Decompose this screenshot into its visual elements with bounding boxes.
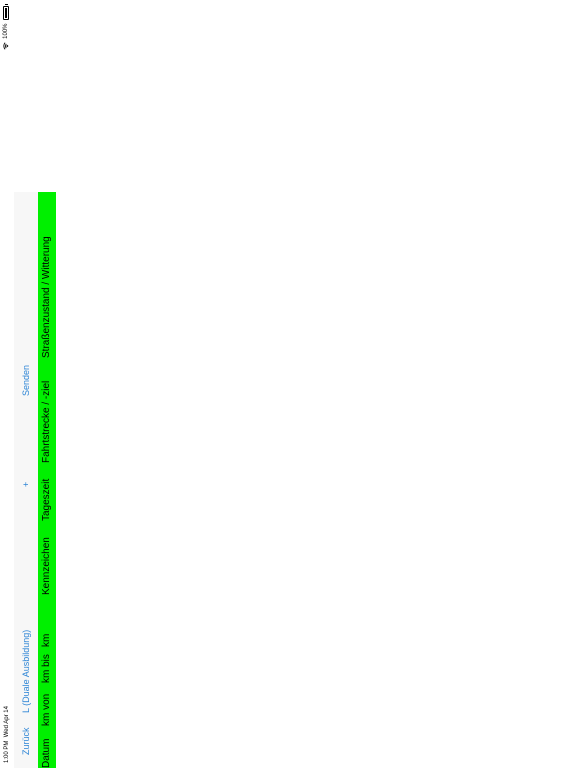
column-header-fahrtstrecke: Fahrtstrecke / -ziel <box>41 380 52 463</box>
column-header-strassenzustand: Straßenzustand / Witterung <box>41 236 52 358</box>
wifi-icon <box>3 42 9 50</box>
rotated-app-stage: 1:00 PM Wed Apr 14 100% Zurück L (Duale … <box>0 0 576 768</box>
column-header-km-von: km von <box>41 693 52 726</box>
battery-icon <box>3 6 9 21</box>
battery-percent: 100% <box>3 23 9 39</box>
status-right: 100% <box>3 4 9 50</box>
column-header-km-bis: km bis <box>41 654 52 683</box>
send-button[interactable]: Senden <box>21 365 31 396</box>
battery-tip <box>4 4 8 6</box>
status-date-value: Wed Apr 14 <box>4 706 10 738</box>
add-button[interactable]: + <box>21 482 31 487</box>
column-header-datum: Datum <box>41 738 52 768</box>
column-header-kennzeichen: Kennzeichen <box>41 537 52 595</box>
nav-title: L (Duale Ausbildung) <box>21 629 31 713</box>
column-header-km: km <box>41 633 52 647</box>
table-header-row: Datum km von km bis km Kennzeichen Tages… <box>38 192 56 768</box>
column-header-tageszeit: Tageszeit <box>41 478 52 521</box>
status-time: 1:00 PM Wed Apr 14 <box>4 706 10 763</box>
navigation-bar: Zurück L (Duale Ausbildung) + Senden <box>14 192 39 768</box>
status-bar: 1:00 PM Wed Apr 14 100% <box>0 0 14 768</box>
status-time-value: 1:00 PM <box>4 740 10 763</box>
back-button[interactable]: Zurück <box>21 727 31 755</box>
